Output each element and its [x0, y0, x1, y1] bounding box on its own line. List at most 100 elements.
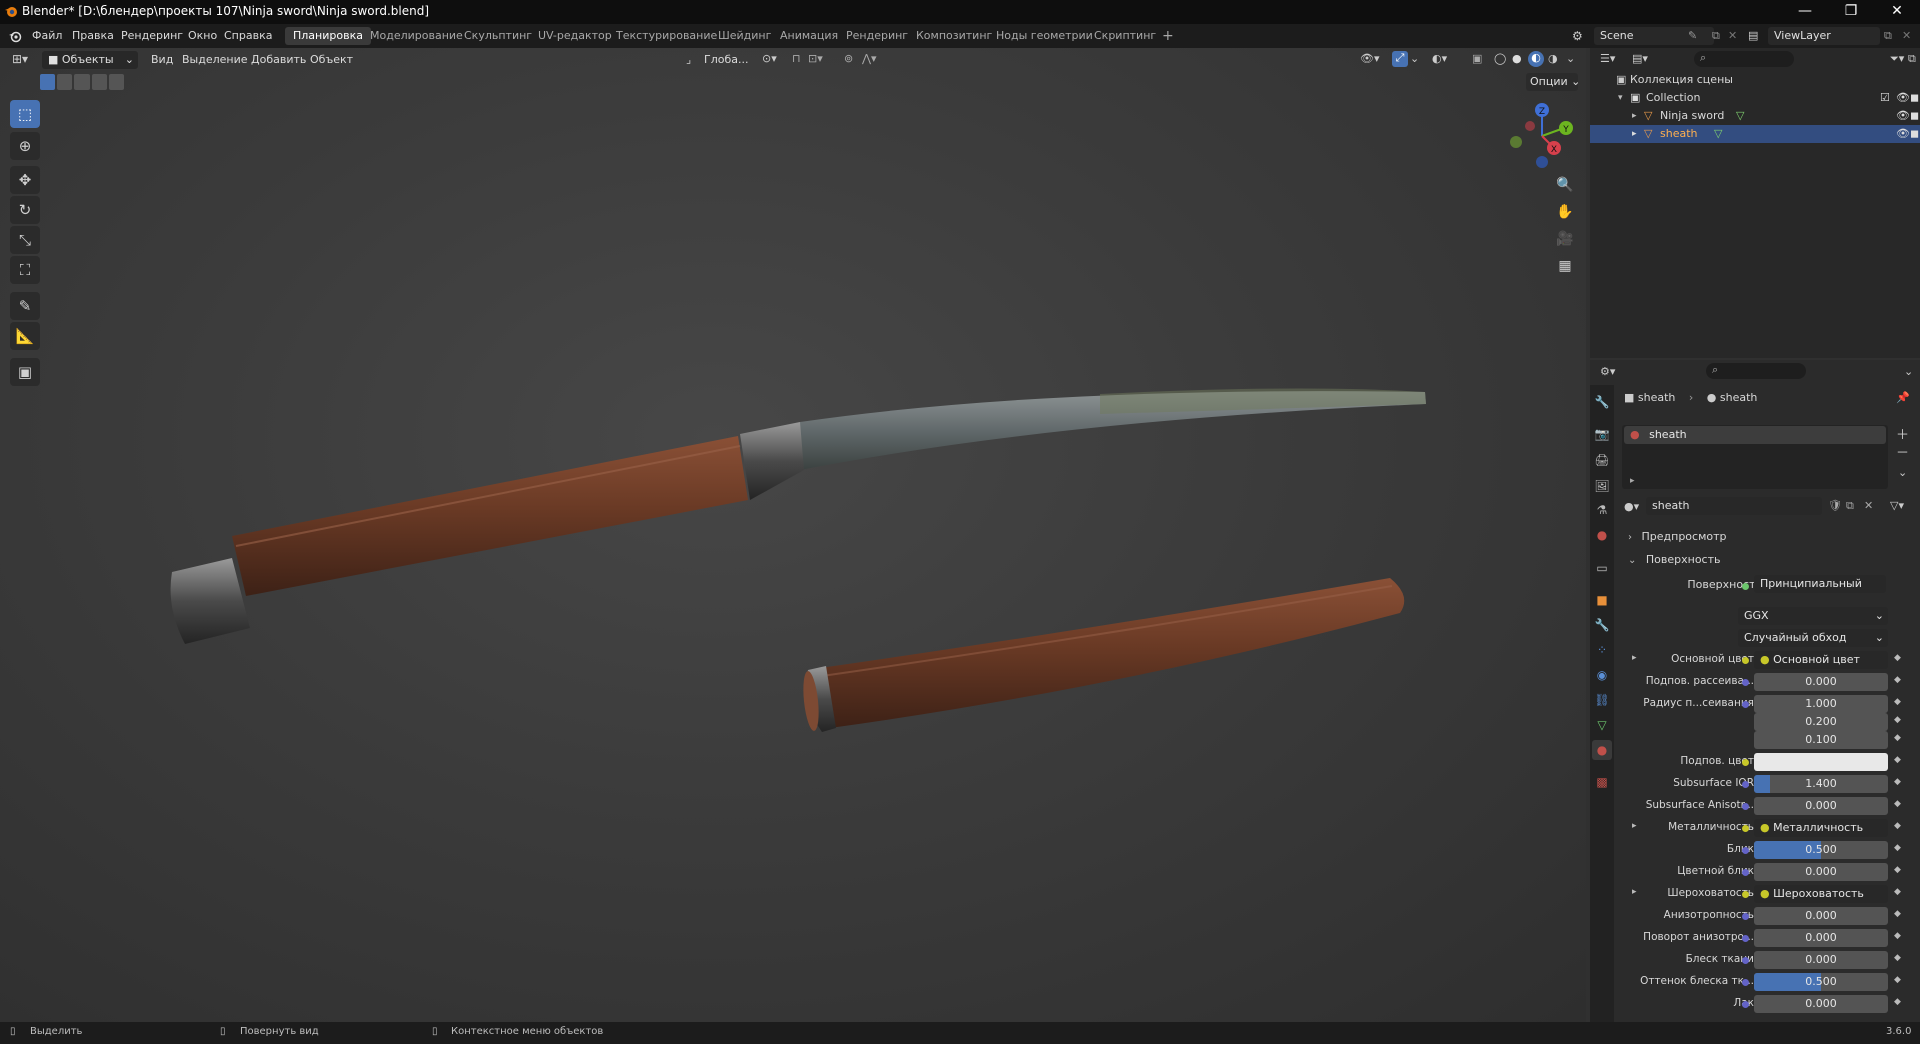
overlays-icon[interactable]: ◐▾	[1432, 52, 1447, 65]
linked-input-field[interactable]: ● Основной цвет	[1754, 651, 1888, 669]
properties-options-icon[interactable]: ⌄	[1904, 365, 1913, 378]
snap-icon[interactable]: ⊓	[792, 52, 801, 65]
socket-icon[interactable]	[1742, 979, 1749, 986]
output-tab-icon[interactable]: 🖨	[1592, 450, 1612, 470]
select-intersect-icon[interactable]	[108, 74, 125, 90]
linked-input-field[interactable]: ● Шероховатость	[1754, 885, 1888, 903]
sheath-object[interactable]	[801, 578, 1405, 732]
link-data-icon[interactable]: ▽▾	[1890, 499, 1904, 512]
numeric-slider[interactable]: 0.200	[1754, 713, 1888, 731]
physics-tab-icon[interactable]: ◉	[1592, 665, 1612, 685]
visibility-eye-icon[interactable]: 👁	[1896, 89, 1910, 107]
delete-scene-icon[interactable]: ✕	[1728, 29, 1737, 42]
new-collection-icon[interactable]: ⧉	[1908, 52, 1916, 66]
navigation-gizmo[interactable]: Z Y X	[1500, 98, 1580, 174]
delete-view-layer-icon[interactable]: ✕	[1902, 29, 1911, 42]
blender-menu-icon[interactable]	[8, 29, 22, 43]
socket-icon[interactable]	[1742, 825, 1749, 832]
measure-tool-icon[interactable]: 📐	[10, 322, 40, 350]
duplicate-material-icon[interactable]: ⧉	[1846, 499, 1854, 513]
numeric-slider[interactable]: 0.100	[1754, 731, 1888, 749]
view-layer-tab-icon[interactable]: 🖼	[1592, 476, 1612, 496]
panel-surface[interactable]: ⌄ Поверхность	[1626, 551, 1910, 569]
solid-shading-icon[interactable]: ●	[1512, 52, 1522, 65]
new-scene-icon[interactable]: ⧉	[1712, 29, 1720, 43]
keyframe-icon[interactable]: ◆	[1894, 909, 1901, 919]
numeric-slider[interactable]: 0.500	[1754, 973, 1888, 991]
menu-object[interactable]: Объект	[310, 53, 353, 66]
texture-tab-icon[interactable]: ▩	[1592, 772, 1612, 792]
shading-dropdown-icon[interactable]: ⌄	[1566, 52, 1575, 65]
keyframe-icon[interactable]: ◆	[1894, 675, 1901, 685]
linked-input-field[interactable]: ● Металличность	[1754, 819, 1888, 837]
socket-icon[interactable]	[1742, 759, 1749, 766]
scene-tab-icon[interactable]: ⚗	[1592, 500, 1612, 520]
world-tab-icon[interactable]: ●	[1592, 525, 1612, 545]
tool-tab-icon[interactable]: 🔧	[1592, 392, 1612, 412]
snap-target-icon[interactable]: ⊡▾	[808, 52, 823, 65]
gizmo-neg-x[interactable]	[1525, 121, 1535, 131]
3d-viewport[interactable]	[0, 48, 1586, 1022]
numeric-slider[interactable]: 0.000	[1754, 863, 1888, 881]
pan-hand-icon[interactable]: ✋	[1552, 199, 1578, 225]
tab-shading[interactable]: Шейдинг	[710, 27, 779, 45]
expand-arrow-icon[interactable]: ▸	[1632, 107, 1637, 125]
select-invert-icon[interactable]	[91, 74, 107, 90]
keyframe-icon[interactable]: ◆	[1894, 799, 1901, 809]
numeric-slider[interactable]: 0.000	[1754, 673, 1888, 691]
socket-icon[interactable]	[1742, 781, 1749, 788]
wireframe-shading-icon[interactable]: ◯	[1494, 52, 1506, 65]
keyframe-icon[interactable]: ◆	[1894, 697, 1901, 707]
editor-type-icon[interactable]: ⊞▾	[12, 52, 28, 66]
keyframe-icon[interactable]: ◆	[1894, 865, 1901, 875]
slot-menu-icon[interactable]: ⌄	[1898, 466, 1907, 479]
menu-edit[interactable]: Правка	[72, 29, 114, 42]
menu-add[interactable]: Добавить	[251, 53, 306, 66]
outliner-row-collection[interactable]: ▾ ▣ Collection ☑ 👁 ◼	[1590, 89, 1920, 107]
options-dropdown[interactable]: Опции ⌄	[1526, 73, 1580, 91]
object-tab-icon[interactable]: ■	[1592, 590, 1612, 610]
expand-arrow-icon[interactable]: ▸	[1632, 125, 1637, 143]
keyframe-icon[interactable]: ◆	[1894, 715, 1901, 725]
render-camera-icon[interactable]: ◼	[1910, 89, 1919, 107]
tab-sculpting[interactable]: Скульптинг	[456, 27, 540, 45]
expand-arrow-icon[interactable]: ▸	[1632, 653, 1637, 663]
material-preview-icon[interactable]: ◐	[1528, 51, 1544, 67]
keyframe-icon[interactable]: ◆	[1894, 843, 1901, 853]
tab-geometry-nodes[interactable]: Ноды геометрии	[988, 27, 1101, 45]
visibility-eye-icon[interactable]: 👁	[1896, 125, 1910, 143]
subsurface-method-dropdown[interactable]: Случайный обход ⌄	[1738, 629, 1888, 647]
constraints-tab-icon[interactable]: ⛓	[1592, 690, 1612, 710]
rendered-shading-icon[interactable]: ◑	[1548, 52, 1558, 65]
outliner-row-ninja-sword[interactable]: ▸ ▽ Ninja sword ▽ 👁 ◼	[1590, 107, 1920, 125]
keyframe-icon[interactable]: ◆	[1894, 733, 1901, 743]
visibility-icon[interactable]: 👁▾	[1360, 52, 1380, 65]
distribution-dropdown[interactable]: GGX ⌄	[1738, 607, 1888, 625]
properties-editor-icon[interactable]: ⚙▾	[1600, 365, 1615, 378]
material-tab-icon[interactable]: ●	[1592, 740, 1612, 760]
select-box-tool-icon[interactable]: ⬚	[10, 100, 40, 128]
surface-shader-field[interactable]: Принципиальный BSDF	[1754, 575, 1886, 593]
data-tab-icon[interactable]: ▽	[1592, 715, 1612, 735]
tab-rendering[interactable]: Рендеринг	[838, 27, 916, 45]
numeric-slider[interactable]: 0.500	[1754, 841, 1888, 859]
unlink-material-icon[interactable]: ✕	[1864, 499, 1873, 512]
select-new-icon[interactable]	[40, 74, 56, 90]
gizmo-dropdown-icon[interactable]: ⌄	[1410, 52, 1419, 65]
socket-icon[interactable]	[1742, 869, 1749, 876]
outliner-row-scene-collection[interactable]: ▣ Коллекция сцены	[1590, 71, 1920, 89]
transform-orientation-dropdown[interactable]: Глоба...	[704, 53, 748, 66]
render-camera-icon[interactable]: ◼	[1910, 125, 1919, 143]
close-button[interactable]: ✕	[1874, 0, 1920, 24]
particles-tab-icon[interactable]: ⁘	[1592, 640, 1612, 660]
select-extend-icon[interactable]	[57, 74, 73, 90]
keyframe-icon[interactable]: ◆	[1894, 755, 1901, 765]
socket-icon[interactable]	[1742, 657, 1749, 664]
expand-arrow-icon[interactable]: ▸	[1630, 476, 1635, 486]
transform-tool-icon[interactable]: ⛶	[10, 256, 40, 284]
tab-texture-paint[interactable]: Текстурирование	[608, 27, 725, 45]
modifier-tab-icon[interactable]: 🔧	[1592, 615, 1612, 635]
pivot-point-icon[interactable]: ⊙▾	[762, 52, 777, 65]
tab-uv-editing[interactable]: UV-редактор	[530, 27, 620, 45]
visibility-eye-icon[interactable]: 👁	[1896, 107, 1910, 125]
